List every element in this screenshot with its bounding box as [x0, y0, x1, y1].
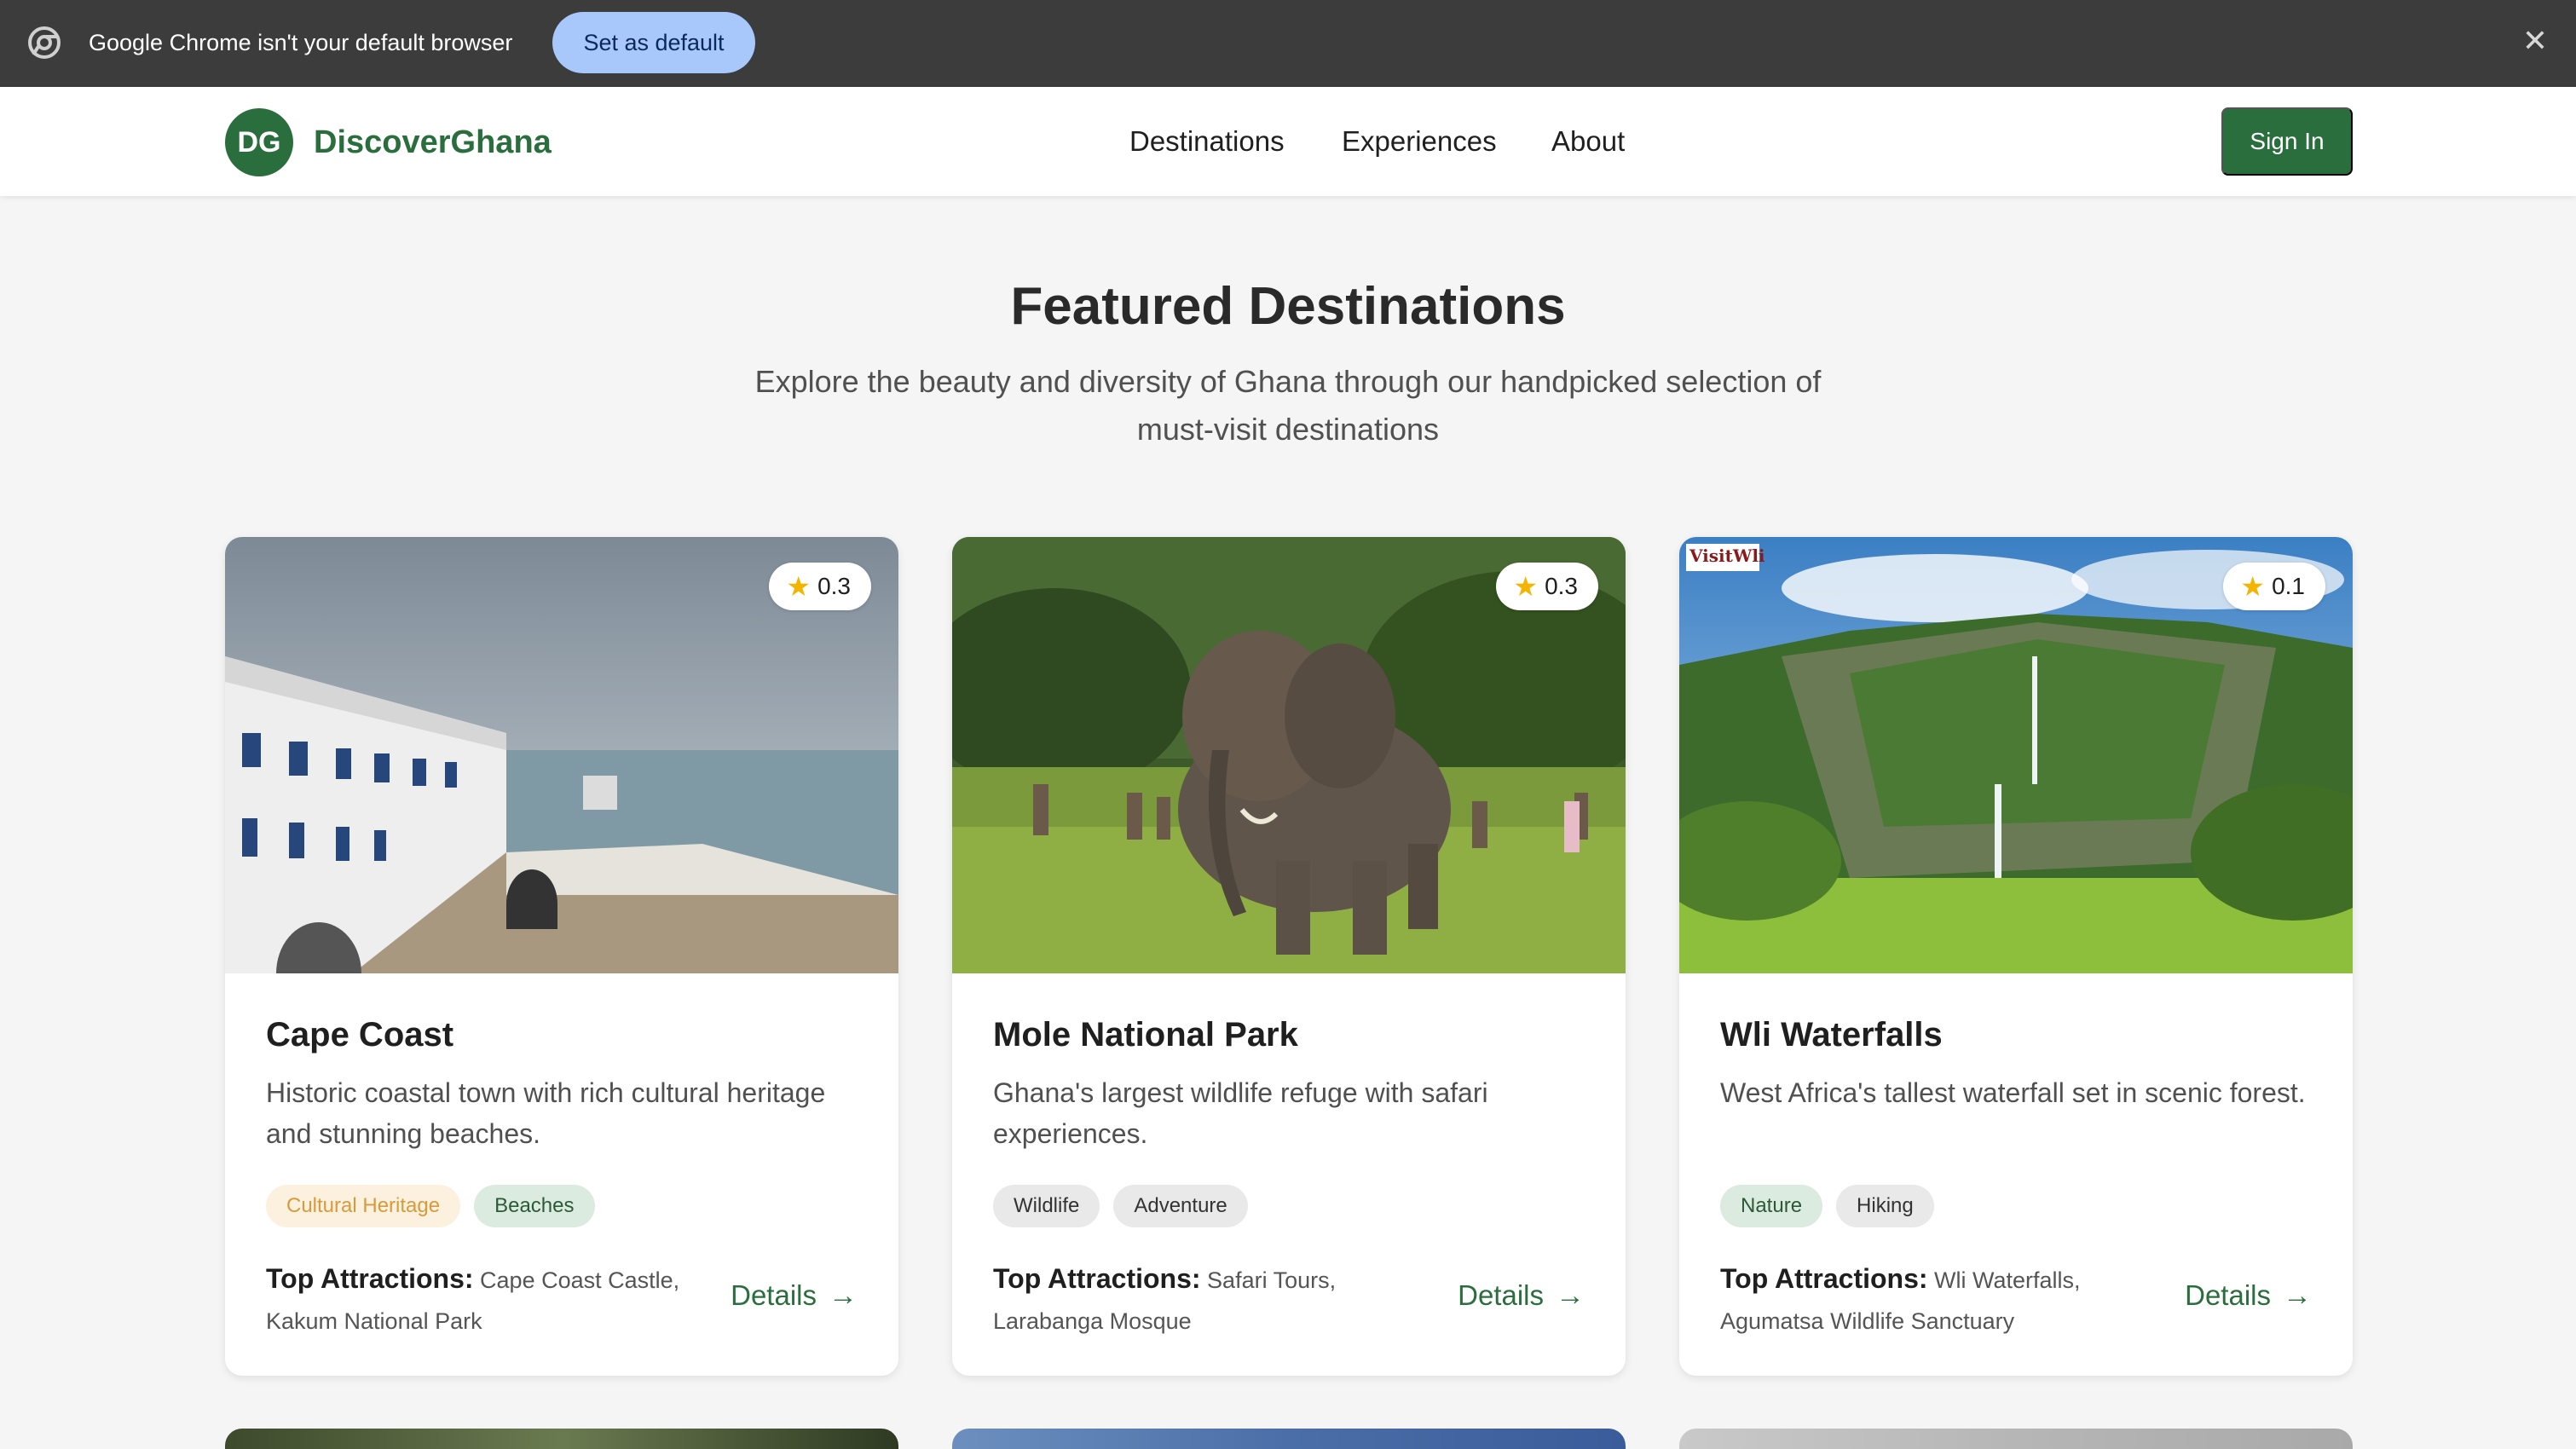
top-attractions: Top Attractions: Safari Tours, Larabanga…: [993, 1258, 1436, 1342]
page-title: Featured Destinations: [1010, 277, 1566, 336]
star-icon: ★: [1513, 571, 1539, 602]
details-label: Details: [2185, 1279, 2271, 1311]
top-attractions-label: Top Attractions:: [266, 1263, 474, 1294]
tag: Adventure: [1113, 1185, 1248, 1227]
details-label: Details: [1458, 1279, 1544, 1311]
destination-card-peek[interactable]: [225, 1429, 898, 1449]
tag: Nature: [1720, 1185, 1823, 1227]
top-attractions: Top Attractions: Cape Coast Castle, Kaku…: [266, 1258, 709, 1342]
arrow-right-icon: →: [2283, 1279, 2312, 1312]
top-attractions: Top Attractions: Wli Waterfalls, Agumats…: [1720, 1258, 2163, 1342]
tag: Beaches: [474, 1185, 595, 1227]
rating-badge: ★ 0.3: [1496, 563, 1598, 610]
tag: Cultural Heritage: [266, 1185, 461, 1227]
card-description: Ghana's largest wildlife refuge with saf…: [993, 1077, 1488, 1149]
destination-card-wli-waterfalls: VisitWli ★ 0.1 Wli Waterfalls West Afric…: [1679, 537, 2353, 1376]
rating-value: 0.3: [1545, 573, 1578, 599]
brand-name[interactable]: DiscoverGhana: [314, 123, 552, 162]
tag-list: Wildlife Adventure: [993, 1185, 1248, 1227]
rating-badge: ★ 0.3: [769, 563, 871, 610]
rating-value: 0.1: [2272, 573, 2305, 599]
destination-card-peek[interactable]: [952, 1429, 1626, 1449]
sign-in-button[interactable]: Sign In: [2221, 107, 2353, 176]
mole-national-park-image: ★ 0.3: [952, 537, 1626, 973]
card-description: West Africa's tallest waterfall set in s…: [1720, 1077, 2306, 1108]
card-title: Cape Coast: [266, 1016, 454, 1054]
site-header: DG DiscoverGhana Destinations Experience…: [0, 87, 2576, 196]
top-attractions-label: Top Attractions:: [993, 1263, 1201, 1294]
tag-list: Cultural Heritage Beaches: [266, 1185, 595, 1227]
star-icon: ★: [2240, 571, 2266, 602]
destination-card-mole-national-park: ★ 0.3 Mole National Park Ghana's largest…: [952, 537, 1626, 1376]
infobar-message: Google Chrome isn't your default browser: [89, 30, 513, 55]
chrome-icon: [28, 26, 61, 59]
card-title: Wli Waterfalls: [1720, 1016, 1943, 1054]
wli-waterfalls-image: VisitWli ★ 0.1: [1679, 537, 2353, 973]
rating-value: 0.3: [817, 573, 851, 599]
tag: Wildlife: [993, 1185, 1100, 1227]
destination-card-peek[interactable]: [1679, 1429, 2353, 1449]
details-link[interactable]: Details →: [1458, 1277, 1585, 1314]
details-link[interactable]: Details →: [2185, 1277, 2312, 1314]
arrow-right-icon: →: [829, 1279, 858, 1312]
visitwli-logo: VisitWli: [1689, 546, 1765, 566]
card-description: Historic coastal town with rich cultural…: [266, 1077, 826, 1149]
card-title: Mole National Park: [993, 1016, 1298, 1054]
nav-about[interactable]: About: [1551, 123, 1625, 160]
details-label: Details: [731, 1279, 817, 1311]
nav-destinations[interactable]: Destinations: [1129, 123, 1285, 160]
default-browser-infobar: Google Chrome isn't your default browser…: [0, 0, 2576, 87]
top-attractions-label: Top Attractions:: [1720, 1263, 1928, 1294]
logo[interactable]: DG: [225, 108, 293, 176]
rating-badge: ★ 0.1: [2223, 563, 2325, 610]
tag: Hiking: [1836, 1185, 1934, 1227]
page-subtitle: Explore the beauty and diversity of Ghan…: [754, 364, 1822, 447]
cape-coast-image: ★ 0.3: [225, 537, 898, 973]
arrow-right-icon: →: [1556, 1279, 1585, 1312]
set-as-default-button[interactable]: Set as default: [552, 12, 755, 73]
tag-list: Nature Hiking: [1720, 1185, 1934, 1227]
destination-card-cape-coast: ★ 0.3 Cape Coast Historic coastal town w…: [225, 537, 898, 1376]
star-icon: ★: [786, 571, 811, 602]
close-icon[interactable]: ✕: [2518, 23, 2552, 58]
nav-experiences[interactable]: Experiences: [1342, 123, 1497, 160]
details-link[interactable]: Details →: [731, 1277, 858, 1314]
